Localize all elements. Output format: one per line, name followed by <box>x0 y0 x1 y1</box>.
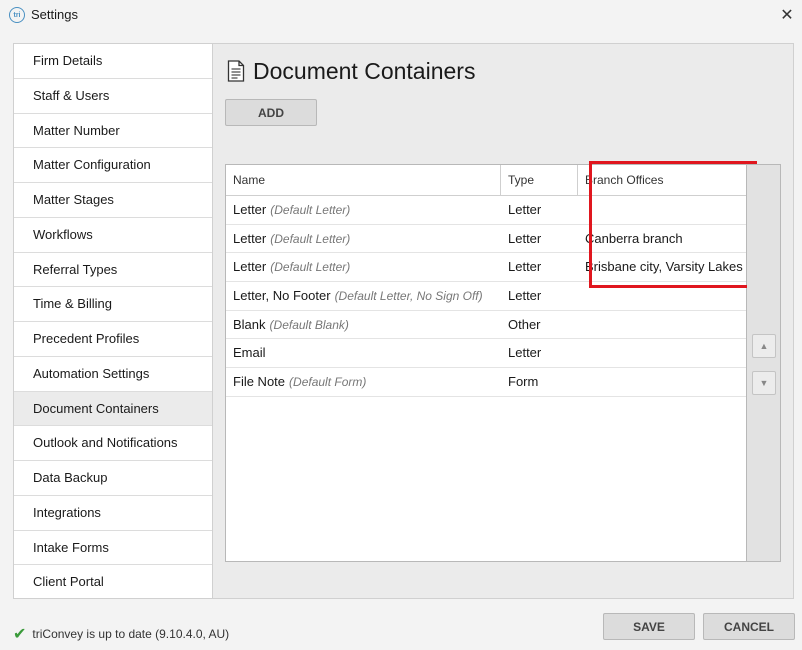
arrow-down-icon: ▼ <box>759 378 769 388</box>
cell-default-text: (Default Letter) <box>270 260 351 275</box>
title-bar: tri Settings ✕ <box>0 0 802 30</box>
move-down-button[interactable]: ▼ <box>752 371 776 395</box>
sidebar-item-firm-details[interactable]: Firm Details <box>14 44 212 79</box>
column-header-branch-offices[interactable]: Branch Offices <box>578 165 746 195</box>
cell-default-text: (Default Form) <box>289 375 367 390</box>
cell-name: File Note (Default Form) <box>226 368 501 396</box>
sidebar-item-workflows[interactable]: Workflows <box>14 217 212 253</box>
cell-branch <box>578 196 746 224</box>
cell-name: Blank (Default Blank) <box>226 311 501 339</box>
cell-name: Letter (Default Letter) <box>226 253 501 281</box>
sidebar-item-matter-stages[interactable]: Matter Stages <box>14 183 212 218</box>
column-header-name[interactable]: Name <box>226 165 501 195</box>
app-logo-icon: tri <box>9 7 25 23</box>
table-row[interactable]: File Note (Default Form) Form <box>226 368 746 397</box>
cell-type: Other <box>508 316 541 332</box>
close-icon[interactable]: ✕ <box>772 0 802 30</box>
sidebar-item-outlook-notifications[interactable]: Outlook and Notifications <box>14 426 212 461</box>
sidebar-item-matter-number[interactable]: Matter Number <box>14 113 212 149</box>
sidebar-item-client-portal[interactable]: Client Portal <box>14 565 212 598</box>
table-row[interactable]: Letter, No Footer (Default Letter, No Sig… <box>226 282 746 311</box>
settings-sidebar: Firm Details Staff & Users Matter Number… <box>13 43 212 599</box>
cancel-button[interactable]: CANCEL <box>703 613 795 640</box>
sidebar-item-staff-users[interactable]: Staff & Users <box>14 78 212 114</box>
page-title: Document Containers <box>253 58 476 84</box>
cell-default-text: (Default Letter) <box>270 203 351 217</box>
cell-branch <box>578 339 746 367</box>
sidebar-item-integrations[interactable]: Integrations <box>14 495 212 531</box>
save-button[interactable]: SAVE <box>603 613 695 640</box>
cell-name: Letter, No Footer (Default Letter, No Sig… <box>226 282 501 310</box>
table-header: Name Type Branch Offices <box>226 165 746 196</box>
cell-branch <box>578 282 746 310</box>
check-icon: ✔ <box>13 626 27 643</box>
table-row[interactable]: Letter (Default Letter) Letter <box>226 196 746 225</box>
cell-type: Letter <box>508 230 542 246</box>
add-button[interactable]: ADD <box>225 99 317 126</box>
document-icon <box>227 60 245 82</box>
sidebar-item-matter-configuration[interactable]: Matter Configuration <box>14 148 212 183</box>
cell-name-text: Blank <box>233 316 266 332</box>
column-header-type[interactable]: Type <box>501 165 578 195</box>
status-bar: ✔ triConvey is up to date (9.10.4.0, AU) <box>13 624 229 644</box>
cell-name: Email <box>226 339 501 367</box>
cell-name-text: Letter <box>233 230 267 246</box>
cell-default-text: (Default Letter) <box>270 231 351 246</box>
status-text: triConvey is up to date (9.10.4.0, AU) <box>32 627 230 641</box>
cell-name-text: Letter <box>233 259 267 275</box>
cell-default-text: (Default Letter, No Sign Off) <box>334 289 483 304</box>
move-up-button[interactable]: ▲ <box>752 334 776 358</box>
cell-name: Letter (Default Letter) <box>226 225 501 253</box>
cell-default-text: (Default Blank) <box>269 317 349 332</box>
table-row[interactable]: Letter (Default Letter) Letter Canberra b… <box>226 225 746 254</box>
cell-branch: Brisbane city, Varsity Lakes <box>585 259 743 275</box>
cell-branch <box>578 311 746 339</box>
sidebar-item-intake-forms[interactable]: Intake Forms <box>14 530 212 566</box>
sidebar-item-precedent-profiles[interactable]: Precedent Profiles <box>14 322 212 357</box>
cell-type: Letter <box>508 288 542 304</box>
sidebar-item-time-billing[interactable]: Time & Billing <box>14 287 212 322</box>
cell-name-text: Email <box>233 345 266 361</box>
table-row[interactable]: Email Letter <box>226 339 746 369</box>
containers-table: Name Type Branch Offices Letter (Default … <box>225 161 757 562</box>
cell-name-text: File Note <box>233 374 286 390</box>
cell-name: Letter (Default Letter) <box>226 196 501 224</box>
sidebar-item-referral-types[interactable]: Referral Types <box>14 252 212 288</box>
table-row[interactable]: Blank (Default Blank) Other <box>226 311 746 340</box>
cell-type: Form <box>508 374 539 390</box>
cell-type: Letter <box>508 259 542 275</box>
cell-type: Letter <box>508 202 542 217</box>
cell-name-text: Letter <box>233 202 267 217</box>
row-order-panel: ▲ ▼ <box>747 164 781 562</box>
sidebar-item-automation-settings[interactable]: Automation Settings <box>14 356 212 392</box>
arrow-up-icon: ▲ <box>759 341 769 351</box>
cell-type: Letter <box>508 345 542 361</box>
sidebar-item-document-containers[interactable]: Document Containers <box>14 391 212 427</box>
cell-branch <box>578 368 746 396</box>
sidebar-item-data-backup[interactable]: Data Backup <box>14 461 212 496</box>
cell-branch: Canberra branch <box>585 230 683 246</box>
window-title: Settings <box>31 7 78 22</box>
main-panel: Document Containers ADD Name Type Branch… <box>212 43 794 599</box>
table-row[interactable]: Letter (Default Letter) Letter Brisbane c… <box>226 253 746 283</box>
cell-name-text: Letter, No Footer <box>233 288 331 304</box>
